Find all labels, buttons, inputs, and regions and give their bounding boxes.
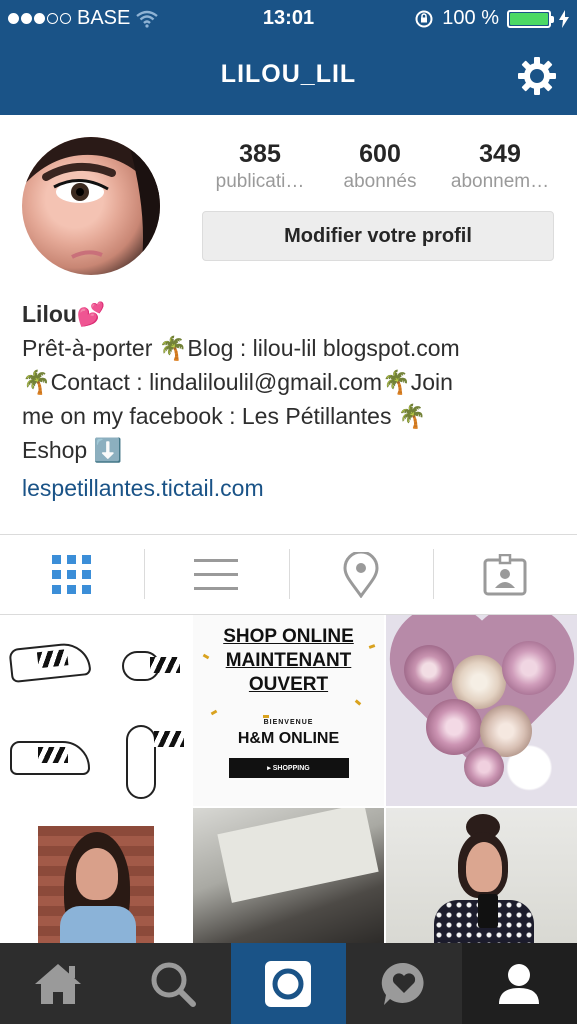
- app-header: BASE 13:01 100 % LILOU_LIL: [0, 0, 577, 115]
- home-icon: [34, 963, 81, 1004]
- profile-view-tabs: [0, 534, 577, 615]
- following-count[interactable]: 349 abonnem…: [440, 140, 560, 193]
- status-bar: BASE 13:01 100 %: [0, 0, 577, 38]
- stat-number: 349: [479, 140, 521, 168]
- shop-title-line: SHOP ONLINE: [223, 626, 354, 647]
- post-thumbnail-outfit-detail[interactable]: [193, 808, 384, 943]
- search-icon: [151, 962, 197, 1007]
- settings-gear-icon[interactable]: [517, 56, 557, 96]
- nav-activity[interactable]: [346, 943, 461, 1024]
- page-title: LILOU_LIL: [220, 60, 357, 88]
- charging-bolt-icon: [559, 9, 569, 28]
- stat-label: abonnem…: [450, 171, 550, 192]
- post-thumbnail-roses-heart[interactable]: [386, 615, 577, 806]
- shop-title-line: MAINTENANT: [225, 650, 352, 671]
- camera-icon: [265, 960, 312, 1007]
- nav-camera[interactable]: [230, 943, 347, 1024]
- edit-profile-button[interactable]: Modifier votre profil: [202, 211, 554, 261]
- post-thumbnail-mirror-selfie[interactable]: [386, 808, 577, 943]
- website-link[interactable]: lespetillantes.tictail.com: [22, 471, 562, 505]
- posts-grid: SHOP ONLINE MAINTENANT OUVERT BIENVENUE …: [0, 615, 577, 943]
- bio-line: 🌴Contact : lindaliloulil@gmail.com🌴Join: [22, 369, 453, 395]
- display-name: Lilou💕: [22, 301, 106, 327]
- orientation-lock-icon: [415, 10, 433, 27]
- post-thumbnail-sneakers[interactable]: [0, 615, 191, 806]
- shop-welcome: BIENVENUE: [263, 719, 314, 726]
- stat-number: 600: [359, 140, 401, 168]
- followers-count[interactable]: 600 abonnés: [320, 140, 440, 193]
- profile-icon: [499, 963, 540, 1004]
- bio-line: Prêt-à-porter 🌴Blog : lilou-lil blogspot…: [22, 335, 460, 361]
- stat-label: publicati…: [215, 171, 305, 192]
- shop-title-line: OUVERT: [248, 674, 329, 695]
- tab-photo-map[interactable]: [288, 535, 433, 614]
- profile-bio: Lilou💕 Prêt-à-porter 🌴Blog : lilou-lil b…: [22, 297, 562, 505]
- battery-area: 100 %: [414, 7, 569, 30]
- stat-number: 385: [239, 140, 281, 168]
- grid-icon: [52, 554, 92, 594]
- bio-line: me on my facebook : Les Pétillantes 🌴: [22, 403, 427, 429]
- post-thumbnail-shop-online[interactable]: SHOP ONLINE MAINTENANT OUVERT BIENVENUE …: [193, 615, 384, 806]
- nav-explore[interactable]: [115, 943, 230, 1024]
- shop-brand: H&M ONLINE: [237, 730, 340, 747]
- activity-heart-bubble-icon: [381, 962, 424, 1005]
- nav-home[interactable]: [0, 943, 115, 1024]
- tagged-user-icon: [483, 553, 527, 595]
- location-pin-icon: [343, 551, 379, 598]
- battery-icon: [507, 9, 554, 28]
- tab-grid-view[interactable]: [0, 535, 144, 614]
- post-thumbnail-selfie-brick[interactable]: [0, 808, 191, 943]
- tab-list-view[interactable]: [144, 535, 288, 614]
- bio-line: Eshop ⬇️: [22, 437, 123, 463]
- shop-title: SHOP ONLINE MAINTENANT OUVERT: [193, 625, 384, 697]
- stat-label: abonnés: [343, 171, 417, 192]
- profile-avatar[interactable]: [22, 137, 160, 275]
- shop-banner-button: ▸ SHOPPING: [228, 758, 349, 778]
- profile-stats: 385 publicati… 600 abonnés 349 abonnem…: [200, 140, 560, 193]
- list-icon: [194, 558, 239, 590]
- nav-profile[interactable]: [461, 943, 577, 1024]
- battery-percent: 100 %: [442, 7, 499, 29]
- tab-tagged-photos[interactable]: [432, 535, 577, 614]
- posts-count[interactable]: 385 publicati…: [200, 140, 320, 193]
- bottom-tab-bar: [0, 943, 577, 1024]
